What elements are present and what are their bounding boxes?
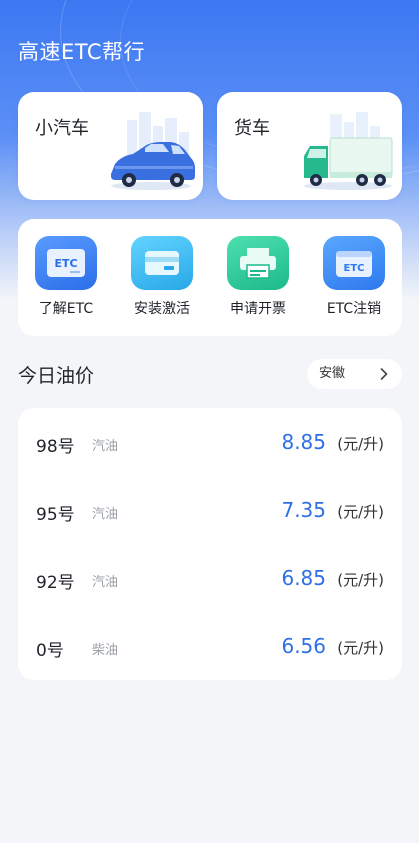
fuel-price: 7.35	[281, 498, 326, 522]
oil-price-row: 95号 汽油 7.35 (元/升)	[18, 476, 402, 544]
device-install-icon	[131, 236, 193, 290]
truck-label: 货车	[234, 118, 270, 139]
price-unit: (元/升)	[337, 503, 384, 521]
car-icon	[111, 112, 195, 190]
fuel-type: 汽油	[92, 439, 119, 454]
fuel-type: 汽油	[92, 575, 119, 590]
oil-price-row: 0号 柴油 6.56 (元/升)	[18, 612, 402, 680]
truck-card[interactable]: 货车 查看	[217, 92, 402, 200]
service-label: ETC注销	[326, 301, 382, 317]
etc-card-icon: ETC	[35, 236, 97, 290]
service-label: 申请开票	[230, 301, 286, 317]
service-grid: ETC 了解ETC 安装激活 申请开票 ETC ETC注销	[18, 219, 402, 336]
oil-price-list: 98号 汽油 8.85 (元/升) 95号 汽油 7.35 (元/升) 92号 …	[18, 408, 402, 680]
car-label: 小汽车	[35, 118, 89, 139]
price-unit: (元/升)	[337, 435, 384, 453]
fuel-grade: 98号	[36, 437, 75, 457]
price-unit: (元/升)	[337, 639, 384, 657]
fuel-grade: 95号	[36, 505, 75, 525]
svg-text:ETC: ETC	[344, 263, 365, 274]
truck-icon	[304, 112, 393, 190]
service-label: 安装激活	[134, 301, 190, 317]
oil-price-row: 98号 汽油 8.85 (元/升)	[18, 408, 402, 476]
service-label: 了解ETC	[38, 301, 94, 317]
region-value: 安徽	[319, 366, 346, 381]
region-selector[interactable]: 安徽	[307, 359, 402, 389]
price-unit: (元/升)	[337, 571, 384, 589]
fuel-price: 6.56	[281, 634, 326, 658]
service-etc-cancel[interactable]: ETC ETC注销	[314, 236, 394, 318]
service-learn-etc[interactable]: ETC 了解ETC	[26, 236, 106, 318]
fuel-grade: 92号	[36, 573, 75, 593]
service-install-activate[interactable]: 安装激活	[122, 236, 202, 318]
oil-price-row: 92号 汽油 6.85 (元/升)	[18, 544, 402, 612]
fuel-price: 6.85	[281, 566, 326, 590]
fuel-type: 柴油	[92, 643, 119, 658]
fuel-price: 8.85	[281, 430, 326, 454]
svg-text:ETC: ETC	[54, 257, 77, 270]
service-apply-invoice[interactable]: 申请开票	[218, 236, 298, 318]
fuel-type: 汽油	[92, 507, 119, 522]
fuel-grade: 0号	[36, 641, 64, 661]
etc-cancel-icon: ETC	[323, 236, 385, 290]
printer-invoice-icon	[227, 236, 289, 290]
oil-price-title: 今日油价	[18, 365, 95, 387]
car-card[interactable]: 小汽车 查看	[18, 92, 203, 200]
app-title: 高速ETC帮行	[18, 40, 146, 64]
chevron-right-icon	[380, 368, 388, 380]
